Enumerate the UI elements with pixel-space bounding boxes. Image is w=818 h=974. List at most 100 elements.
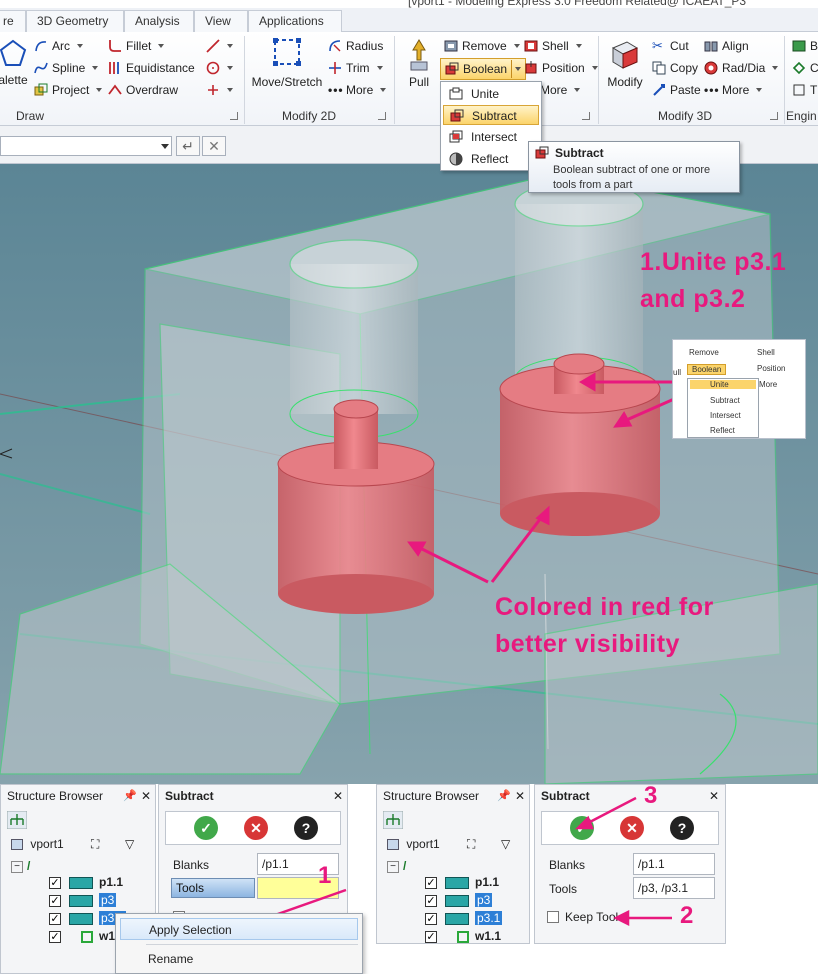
engine-t-icon [793,84,805,96]
remove-button[interactable]: Remove [444,36,520,56]
more-boolean-label: More [540,83,568,97]
menu-item-unite-label: Unite [471,87,500,101]
point-button[interactable] [206,80,233,100]
tab-view[interactable]: View [194,10,248,32]
annotation-red-line1: Colored in red for [495,593,714,621]
equidistance-button[interactable]: Equidistance [108,58,195,78]
boolean-icon [445,62,459,75]
boolean-launcher-icon[interactable] [582,112,590,120]
more-3d-button[interactable]: ••• More [704,80,763,100]
overdraw-button[interactable]: Overdraw [108,80,178,100]
inset-remove: Remove [689,348,719,357]
tab-applications[interactable]: Applications [248,10,342,32]
move-stretch-button[interactable]: Move/Stretch [248,36,326,89]
draw-group-label: Draw [15,109,44,123]
copy-icon [652,61,666,75]
menu-item-intersect[interactable]: Intersect [443,127,539,147]
paste-button[interactable]: Paste [652,80,701,100]
boolean-dropdown-menu: Unite Subtract Intersect Reflect [440,81,542,171]
trim-button[interactable]: Trim [328,58,383,78]
inset-menu: Unite Subtract Intersect Reflect [687,378,759,438]
engine-c-button[interactable]: C [792,58,818,78]
spline-label: Spline [52,61,86,75]
engine-c-label: C [810,61,818,75]
modify3d-group-label: Modify 3D [657,109,713,123]
remove-icon [444,40,458,52]
arc-button[interactable]: Arc [34,36,83,56]
tab-re[interactable]: re [0,10,26,32]
equidistance-label: Equidistance [126,61,195,75]
position-button[interactable]: Position [524,58,598,78]
rename-item[interactable]: Rename [120,948,358,970]
engine-c-icon [792,61,806,75]
fillet-button[interactable]: Fillet [108,36,165,56]
enter-icon[interactable]: ↵ [176,136,200,156]
point-icon [208,85,218,95]
dots-icon: ••• [328,83,344,97]
apply-selection-item[interactable]: Apply Selection [120,918,358,940]
boolean-button[interactable]: Boolean [440,58,527,80]
modify-button[interactable]: Modify [602,38,648,89]
align-label: Align [722,39,749,53]
align-icon [704,41,718,52]
raddia-icon [704,61,718,75]
paste-icon [653,84,665,96]
project-button[interactable]: Project [34,80,103,100]
arc-label: Arc [52,39,70,53]
scissors-icon: ✂ [652,38,663,53]
window-title: [vport1 - Modeling Express 3.0 Freedom R… [408,0,747,8]
more-2d-button[interactable]: ••• More [328,80,387,100]
engine-b-button[interactable]: B [792,36,818,56]
menu-item-reflect-label: Reflect [471,152,509,166]
tooltip-body-line2: tools from a part [553,179,633,191]
overdraw-icon [108,84,122,95]
radius-button[interactable]: Radius [328,36,383,56]
raddia-button[interactable]: Rad/Dia [704,58,779,78]
intersect-icon [449,130,463,143]
align-button[interactable]: Align [704,36,749,56]
tooltip-body-line1: Boolean subtract of one or more [553,164,711,176]
pull-button[interactable]: Pull [402,38,436,89]
inset-boolean-thumbnail: Remove Shell ull Boolean Position More U… [672,339,806,439]
position-icon [525,61,537,74]
circle-button[interactable] [206,58,233,78]
remove-label: Remove [462,39,507,53]
line-button[interactable] [206,36,233,56]
inset-item-reflect: Reflect [710,426,735,435]
engine-t-button[interactable]: T [792,80,817,100]
menu-item-unite[interactable]: Unite [443,84,539,104]
step-number-1: 1 [318,862,332,889]
close-icon[interactable]: ✕ [202,136,226,156]
step-number-2: 2 [680,902,694,929]
pull-icon [410,39,428,71]
draw-launcher-icon[interactable] [230,112,238,120]
cut-button[interactable]: ✂ Cut [652,36,689,56]
fillet-label: Fillet [126,39,152,53]
spline-button[interactable]: Spline [34,58,99,78]
3d-viewport[interactable]: 1.Unite p3.1 and p3.2 Colored in red for… [0,164,818,784]
modify3d-launcher-icon[interactable] [770,112,778,120]
more-boolean-button[interactable]: More [540,80,581,100]
menu-item-subtract[interactable]: Subtract [443,105,539,125]
chevron-down-icon[interactable] [161,144,169,149]
line-icon [206,39,220,53]
tab-3d-geometry[interactable]: 3D Geometry [26,10,124,32]
copy-button[interactable]: Copy [652,58,698,78]
pentagon-icon [0,39,27,66]
equidistance-icon [109,62,119,74]
raddia-label: Rad/Dia [722,61,766,75]
reflect-icon [449,152,463,166]
command-input[interactable] [0,136,172,156]
engine-b-label: B [810,39,818,53]
radius-icon [329,40,341,52]
palette-button[interactable]: alette [0,38,32,87]
tooltip-title: Subtract [555,146,604,160]
overdraw-label: Overdraw [126,83,179,97]
tab-analysis[interactable]: Analysis [124,10,194,32]
shell-button[interactable]: Shell [524,36,582,56]
modify2d-launcher-icon[interactable] [378,112,386,120]
position-label: Position [542,61,585,75]
pull-label: Pull [408,75,429,89]
move-stretch-label: Move/Stretch [251,75,323,89]
menu-item-reflect[interactable]: Reflect [443,149,539,169]
